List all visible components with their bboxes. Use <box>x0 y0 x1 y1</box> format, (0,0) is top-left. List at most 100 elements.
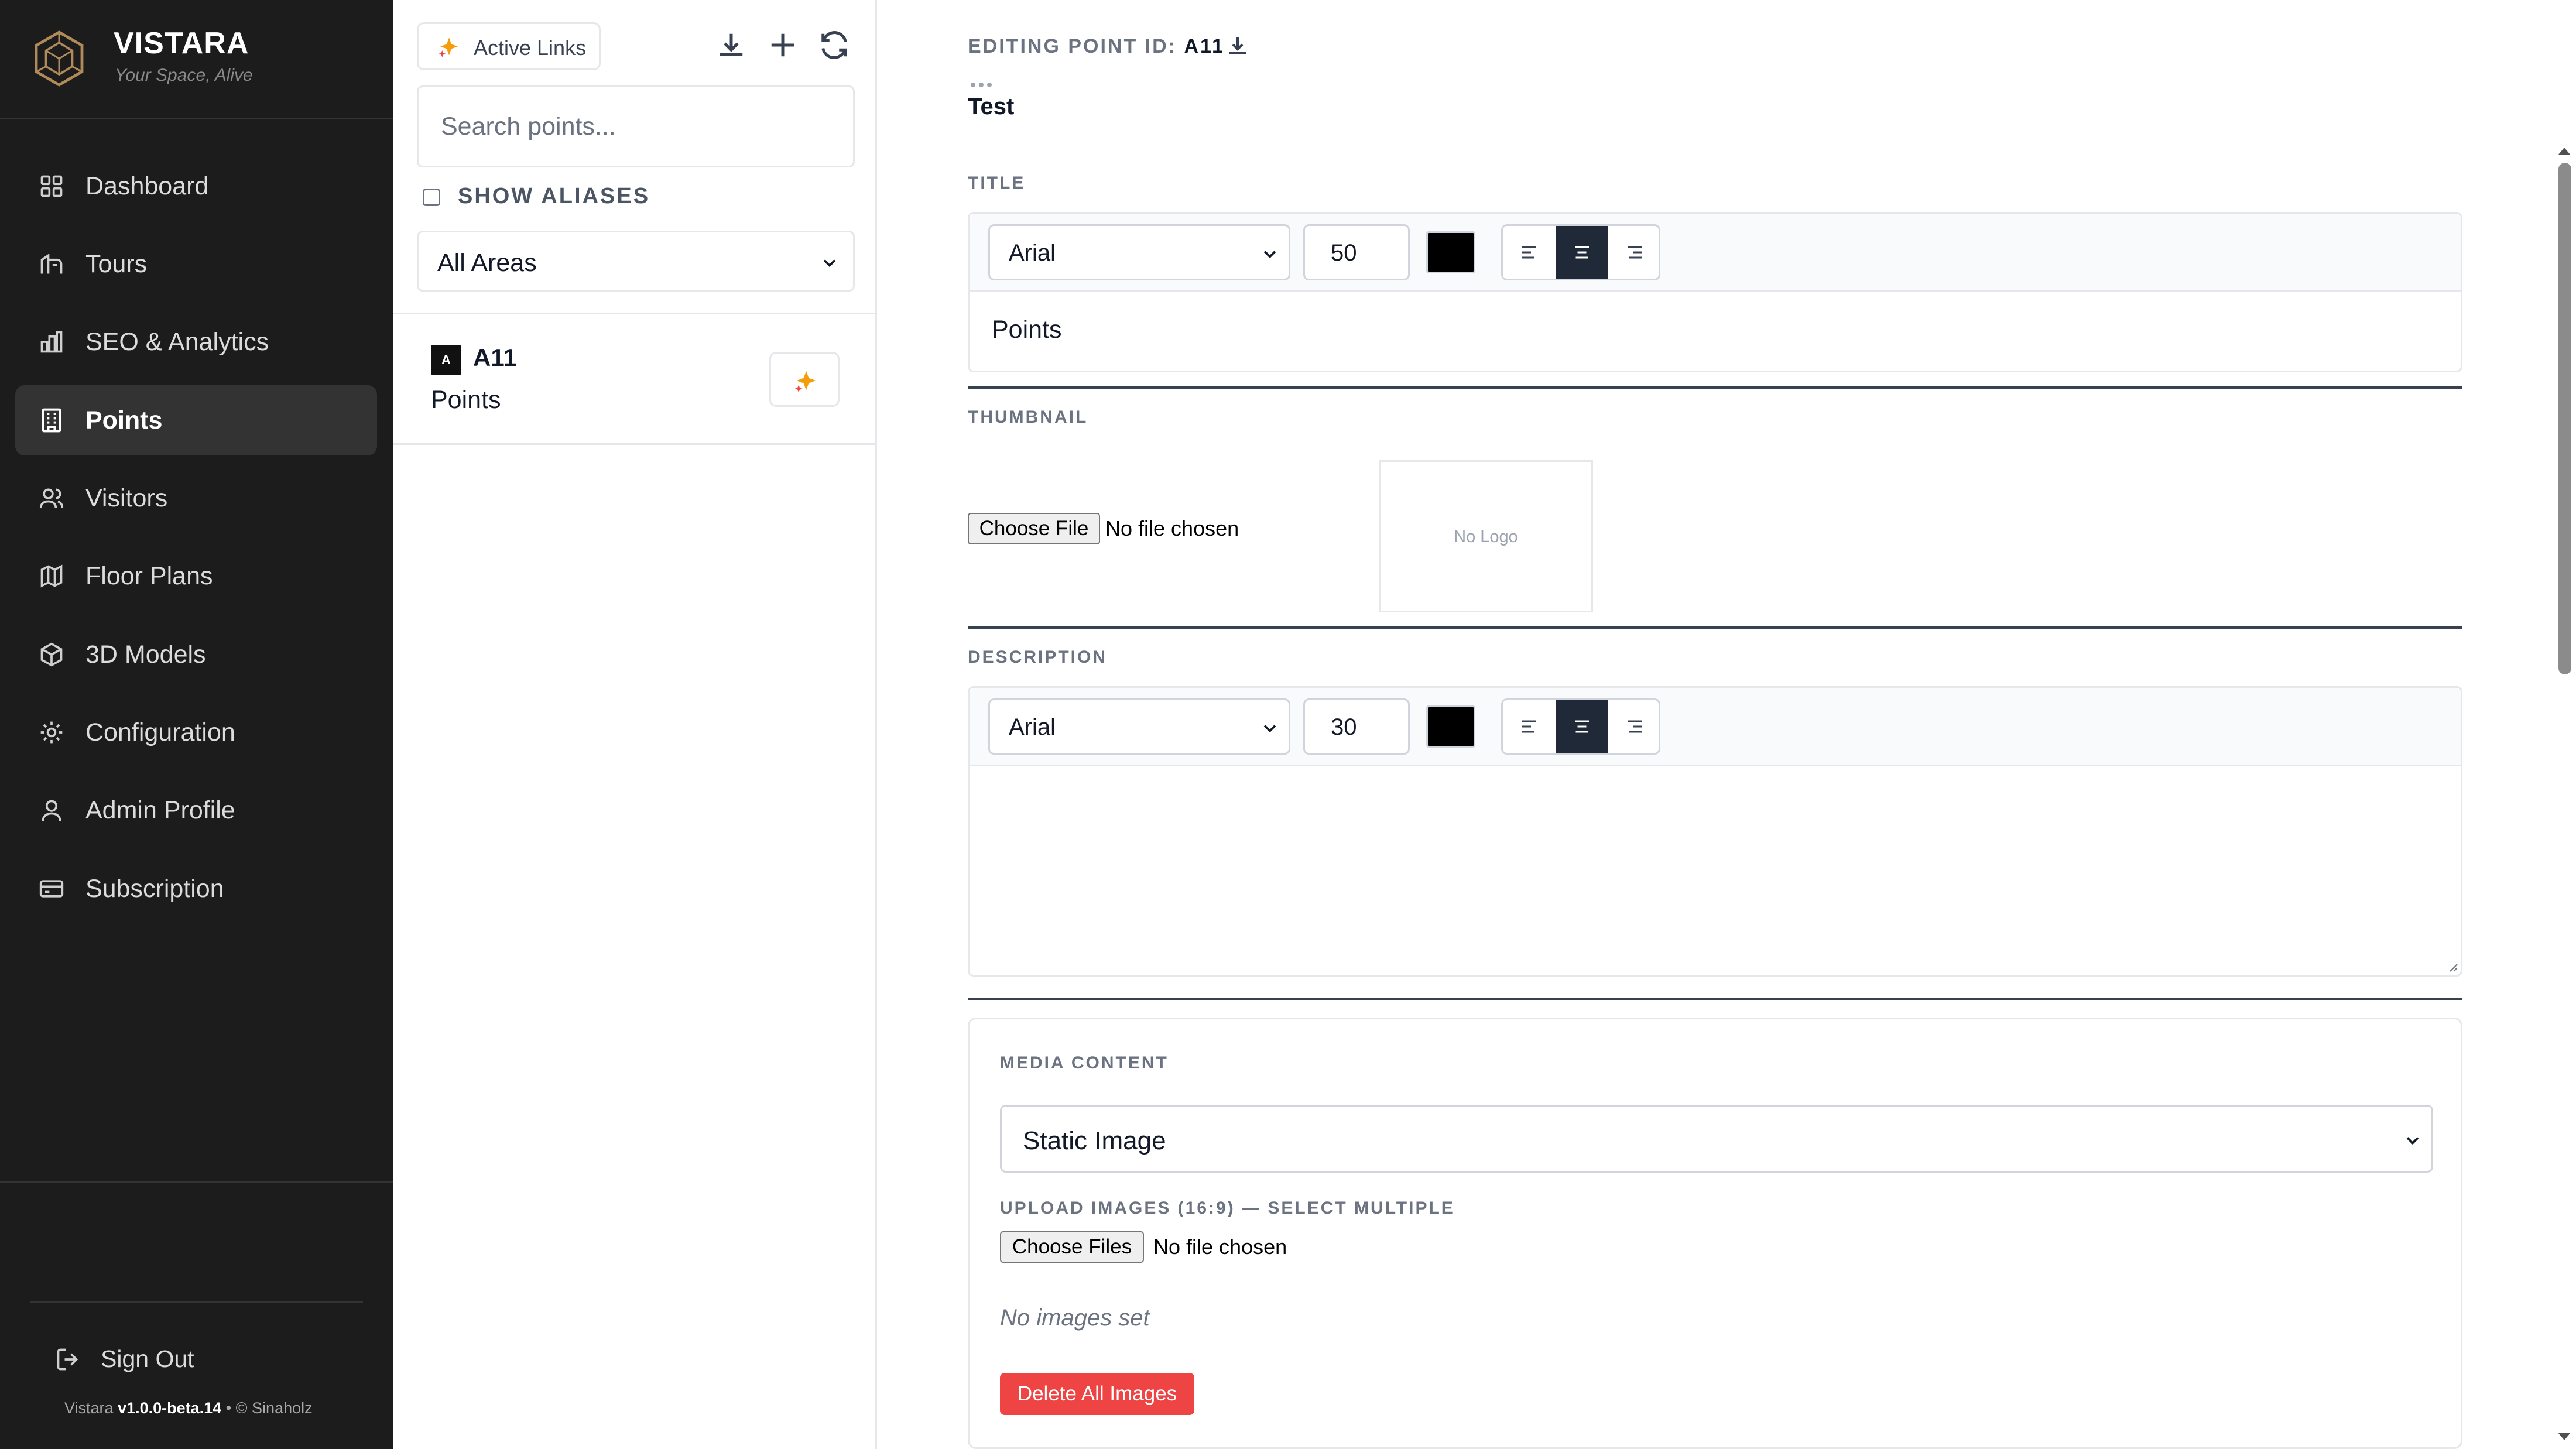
sidebar-item-points[interactable]: Points <box>15 385 377 455</box>
title-font-select[interactable]: Arial <box>988 224 1290 280</box>
active-links-label: Active Links <box>474 36 587 60</box>
align-center-icon <box>1575 246 1589 259</box>
refresh-icon <box>821 31 847 59</box>
sidebar-item-admin-profile[interactable]: Admin Profile <box>15 775 377 845</box>
sidebar-divider <box>30 1301 363 1303</box>
align-left-button[interactable] <box>1503 700 1556 753</box>
sidebar: VISTARA Your Space, Alive Dashboard Tour… <box>0 0 393 1449</box>
title-size-value: 50 <box>1331 240 1357 266</box>
point-active-link-button[interactable] <box>769 352 840 407</box>
sign-out-label: Sign Out <box>101 1345 194 1372</box>
scroll-down-arrow-icon[interactable] <box>2556 1430 2572 1444</box>
sidebar-item-seo-analytics[interactable]: SEO & Analytics <box>15 307 377 377</box>
media-section-label: MEDIA CONTENT <box>1000 1053 1169 1073</box>
point-id: A11 <box>473 344 517 371</box>
building-icon <box>42 408 61 433</box>
points-list-panel: Active Links SHOW ALIASES All Areas A A1… <box>393 0 877 1449</box>
users-icon <box>39 488 64 508</box>
grid-icon <box>40 175 63 197</box>
sidebar-item-tours[interactable]: Tours <box>15 229 377 299</box>
active-links-button[interactable]: Active Links <box>417 22 601 70</box>
list-item[interactable]: A A11 Points <box>393 313 875 445</box>
align-right-button[interactable] <box>1608 226 1659 279</box>
title-toolbar: Arial 50 <box>970 214 2461 292</box>
section-divider <box>968 626 2462 629</box>
scroll-up-arrow-icon[interactable] <box>2556 144 2572 158</box>
thumbnail-placeholder: No Logo <box>1454 527 1518 546</box>
sparkle-icon <box>439 37 458 57</box>
align-right-button[interactable] <box>1608 700 1659 753</box>
add-point-button[interactable] <box>763 26 802 64</box>
description-textarea[interactable] <box>970 766 2461 975</box>
logout-icon <box>57 1348 78 1371</box>
bar-chart-icon <box>40 331 63 353</box>
description-editor: Arial 30 <box>968 686 2462 977</box>
description-size-input[interactable]: 30 <box>1303 698 1410 755</box>
description-size-value: 30 <box>1331 714 1357 740</box>
align-right-icon <box>1628 246 1642 259</box>
sidebar-item-label: 3D Models <box>85 640 206 669</box>
sidebar-item-label: Visitors <box>85 484 168 512</box>
sidebar-item-3d-models[interactable]: 3D Models <box>15 619 377 690</box>
sidebar-item-visitors[interactable]: Visitors <box>15 463 377 533</box>
sidebar-item-dashboard[interactable]: Dashboard <box>15 151 377 221</box>
chevron-down-icon <box>823 259 836 268</box>
delete-all-images-button[interactable]: Delete All Images <box>1000 1373 1194 1415</box>
description-color-picker[interactable] <box>1426 705 1475 748</box>
media-type-value: Static Image <box>1023 1126 1166 1155</box>
sidebar-item-label: Dashboard <box>85 172 209 200</box>
chevron-down-icon <box>1263 251 1276 259</box>
title-size-input[interactable]: 50 <box>1303 224 1410 280</box>
drag-handle-icon[interactable] <box>970 81 993 89</box>
app-version: v1.0.0-beta.14 <box>118 1399 222 1417</box>
description-toolbar: Arial 30 <box>970 688 2461 766</box>
media-type-select[interactable]: Static Image <box>1000 1105 2433 1173</box>
media-content-card: MEDIA CONTENT Static Image UPLOAD IMAGES… <box>968 1018 2462 1449</box>
sidebar-item-configuration[interactable]: Configuration <box>15 697 377 768</box>
editing-point-id: A11 <box>1184 35 1225 57</box>
section-divider <box>968 386 2462 389</box>
thumbnail-choose-file-button[interactable]: Choose File <box>968 513 1100 544</box>
point-title: Points <box>431 386 501 414</box>
area-filter-select[interactable]: All Areas <box>417 231 855 292</box>
search-input[interactable] <box>417 85 855 167</box>
refresh-button[interactable] <box>815 26 854 64</box>
editing-prefix: EDITING POINT ID: <box>968 35 1177 57</box>
title-editor: Arial 50 Points <box>968 212 2462 372</box>
sidebar-item-label: Subscription <box>85 875 224 903</box>
sidebar-item-label: Configuration <box>85 718 235 746</box>
thumbnail-section-label: THUMBNAIL <box>968 407 1088 427</box>
align-center-button[interactable] <box>1556 700 1608 753</box>
upload-file-status: No file chosen <box>1153 1235 1287 1259</box>
download-icon[interactable] <box>1224 32 1252 60</box>
description-font-value: Arial <box>1009 714 1056 740</box>
sidebar-item-floor-plans[interactable]: Floor Plans <box>15 541 377 611</box>
scrollbar-thumb[interactable] <box>2558 163 2571 674</box>
cube-icon <box>40 642 63 667</box>
sparkle-icon <box>794 371 816 393</box>
show-aliases-label[interactable]: SHOW ALIASES <box>458 184 650 209</box>
show-aliases-checkbox[interactable] <box>423 189 440 206</box>
description-section-label: DESCRIPTION <box>968 648 1108 667</box>
editing-point-label: EDITING POINT ID: A11 <box>968 35 1225 58</box>
sidebar-item-label: Tours <box>85 250 148 278</box>
sidebar-item-subscription[interactable]: Subscription <box>15 854 377 924</box>
download-button[interactable] <box>712 26 751 64</box>
sidebar-item-label: Admin Profile <box>85 796 235 824</box>
title-section-label: TITLE <box>968 173 1026 193</box>
tour-icon <box>40 253 63 274</box>
plus-icon <box>771 33 794 57</box>
resize-handle-icon[interactable] <box>2445 960 2458 972</box>
title-text-input[interactable]: Points <box>992 316 1062 344</box>
description-font-select[interactable]: Arial <box>988 698 1290 755</box>
align-center-button[interactable] <box>1556 226 1608 279</box>
sign-out-button[interactable]: Sign Out <box>41 1341 252 1376</box>
user-icon <box>42 800 61 821</box>
align-left-button[interactable] <box>1503 226 1556 279</box>
thumbnail-file-status: No file chosen <box>1105 516 1239 540</box>
title-color-picker[interactable] <box>1426 231 1475 273</box>
title-font-value: Arial <box>1009 240 1056 266</box>
chevron-down-icon <box>1263 725 1276 733</box>
align-center-icon <box>1575 720 1589 733</box>
choose-files-button[interactable]: Choose Files <box>1000 1231 1144 1263</box>
